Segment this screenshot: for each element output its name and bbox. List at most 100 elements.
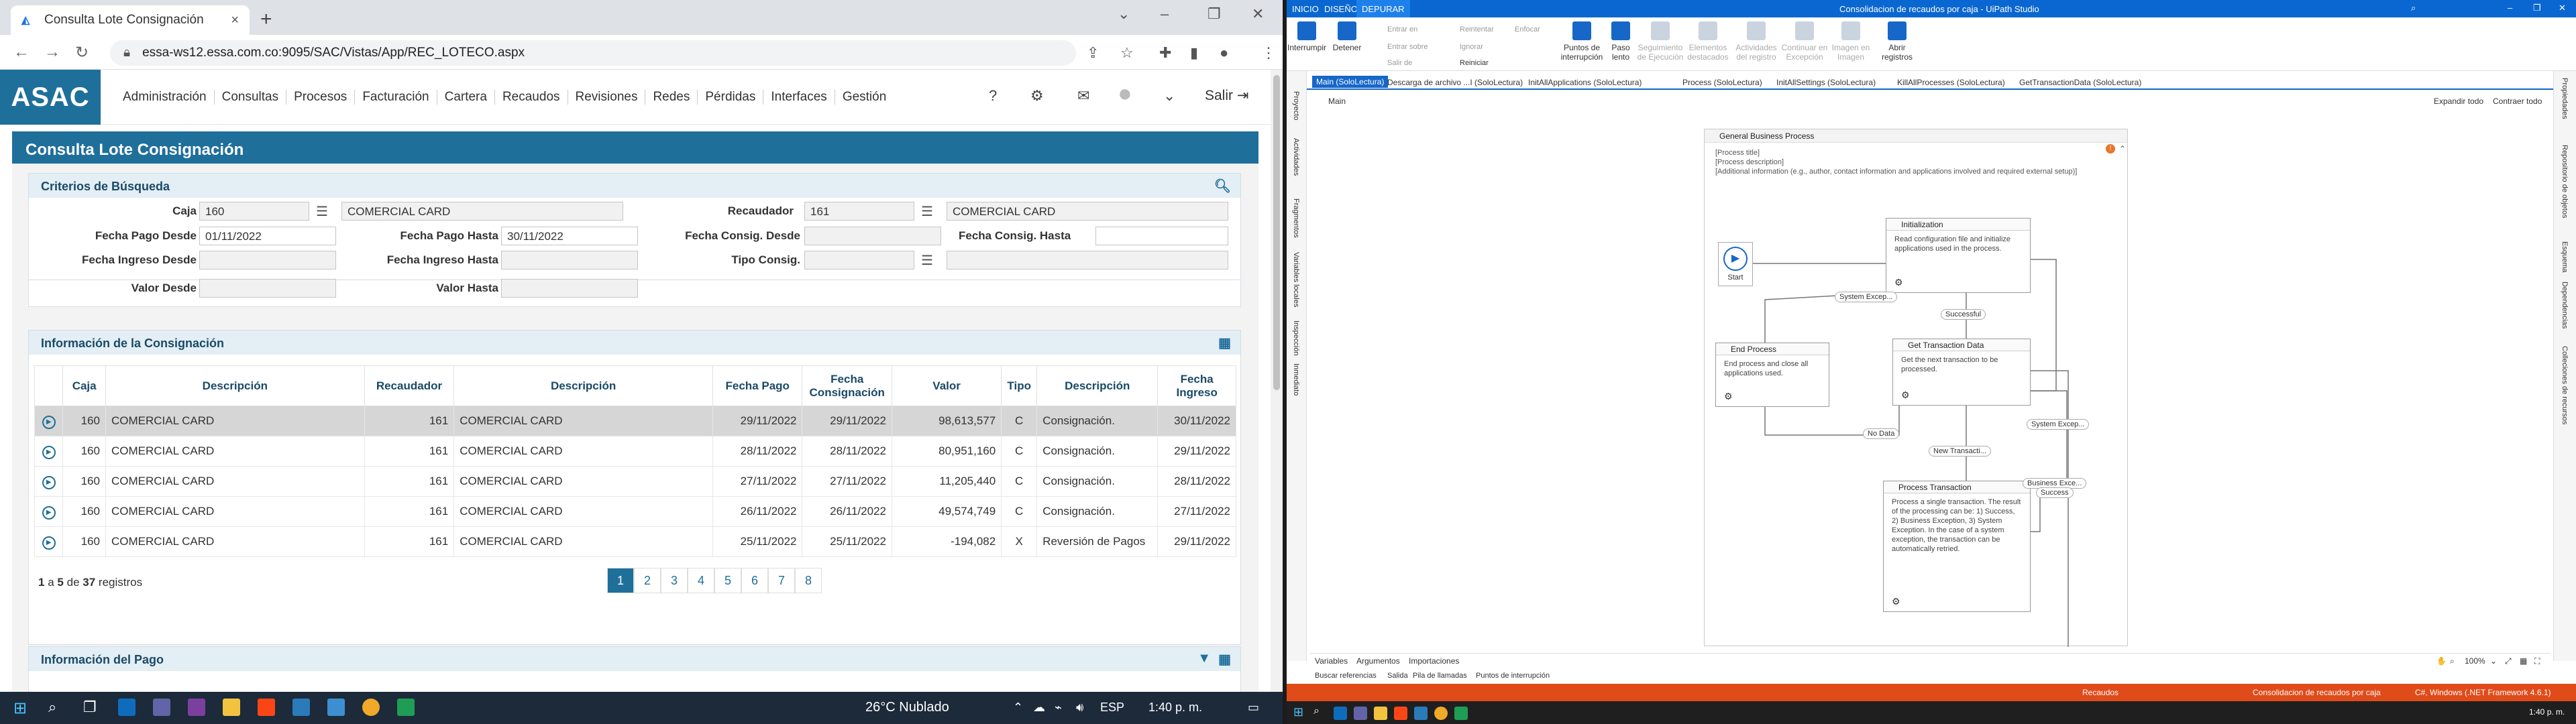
extensions-icon[interactable]: ✚ bbox=[1159, 44, 1171, 62]
app-icon[interactable] bbox=[397, 699, 415, 716]
menu-item[interactable]: Redes bbox=[645, 90, 698, 105]
side-panel-icon[interactable]: ▮ bbox=[1190, 44, 1198, 62]
restore-icon[interactable]: ❐ bbox=[2533, 3, 2541, 13]
transition-label[interactable]: Successful bbox=[1941, 309, 1986, 320]
app-logo[interactable]: ASAC bbox=[0, 70, 101, 125]
chrome-icon[interactable] bbox=[362, 699, 380, 716]
column-header[interactable]: Recaudador bbox=[364, 365, 455, 406]
doc-tab[interactable]: GetTransactionData (SoloLectura) bbox=[2019, 78, 2141, 87]
table-row[interactable]: ▶ 160 COMERCIAL CARD 161 COMERCIAL CARD … bbox=[34, 406, 1236, 436]
doc-tab[interactable]: InitAllApplications (SoloLectura) bbox=[1528, 78, 1642, 87]
close-window-icon[interactable]: ✕ bbox=[2559, 3, 2566, 13]
column-header[interactable]: Caja bbox=[62, 365, 106, 406]
page-button[interactable]: 1 bbox=[607, 568, 634, 593]
valor-desde-input[interactable] bbox=[199, 279, 336, 298]
transition-label[interactable]: System Excep... bbox=[1835, 292, 1898, 302]
network-icon[interactable]: ⌁ bbox=[1055, 701, 1062, 715]
file-explorer-icon[interactable] bbox=[223, 699, 240, 716]
menu-item[interactable]: Pérdidas bbox=[698, 90, 764, 105]
search-icon[interactable]: 🔍︎ bbox=[1214, 178, 1231, 194]
menu-item[interactable]: Administración bbox=[115, 90, 215, 105]
column-header[interactable]: Tipo bbox=[1001, 365, 1038, 406]
play-circle-icon[interactable]: ▶ bbox=[42, 536, 56, 550]
state-end-process[interactable]: End Process End process and close all ap… bbox=[1715, 343, 1829, 407]
page-button[interactable]: 7 bbox=[768, 568, 795, 593]
page-button[interactable]: 6 bbox=[741, 568, 768, 593]
task-view-icon[interactable]: ❐ bbox=[83, 699, 97, 716]
language-indicator[interactable]: ESP bbox=[1100, 701, 1124, 715]
doc-tab[interactable]: Descarga de archivo ...I (SoloLectura) bbox=[1387, 78, 1523, 87]
expand-all-link[interactable]: Expandir todo bbox=[2434, 97, 2483, 106]
clock[interactable]: 1:40 p. m. bbox=[1148, 701, 1202, 715]
panel-tab[interactable]: Dependencias bbox=[2561, 282, 2569, 328]
row-select-cell[interactable]: ▶ bbox=[34, 466, 64, 497]
menu-item[interactable]: Facturación bbox=[355, 90, 437, 105]
state-initialization[interactable]: Initialization Read configuration file a… bbox=[1886, 218, 2031, 293]
bookmark-star-icon[interactable]: ☆ bbox=[1120, 44, 1134, 62]
open-logs-button[interactable]: Abrir registros bbox=[1877, 21, 1917, 62]
state-machine-container[interactable]: General Business Process [Process title]… bbox=[1704, 129, 2128, 647]
row-select-cell[interactable]: ▶ bbox=[34, 436, 64, 467]
app-icon[interactable] bbox=[327, 699, 345, 716]
panel-tab[interactable]: Propiedades bbox=[2561, 78, 2569, 119]
pan-icon[interactable]: ✋ bbox=[2436, 656, 2447, 666]
panel-tab[interactable]: Fragmentos bbox=[1292, 198, 1300, 238]
panel-tab[interactable]: Inspección bbox=[1292, 320, 1300, 356]
page-button[interactable]: 8 bbox=[795, 568, 822, 593]
notifications-icon[interactable]: ▭ bbox=[1248, 701, 1259, 715]
column-header[interactable]: Descripción bbox=[453, 365, 713, 406]
list-icon[interactable]: ☰ bbox=[921, 203, 933, 220]
collapse-all-link[interactable]: Contraer todo bbox=[2493, 97, 2542, 106]
table-row[interactable]: ▶ 160 COMERCIAL CARD 161 COMERCIAL CARD … bbox=[34, 496, 1236, 527]
play-circle-icon[interactable]: ▶ bbox=[42, 475, 56, 489]
start-node[interactable]: ▶ Start bbox=[1718, 242, 1753, 286]
row-select-cell[interactable]: ▶ bbox=[34, 406, 64, 436]
browser-tab[interactable]: ◭ Consulta Lote Consignación × bbox=[11, 5, 250, 35]
fit-screen-icon[interactable]: ⤢ bbox=[2505, 656, 2512, 666]
doc-tab-active[interactable]: Main (SoloLectura) bbox=[1312, 76, 1389, 88]
app-icon[interactable] bbox=[292, 699, 310, 716]
recaudador-input[interactable]: 161 bbox=[804, 202, 914, 221]
clock[interactable]: 1:40 p. m. bbox=[2529, 707, 2565, 717]
tipo-consig-input[interactable] bbox=[804, 251, 914, 269]
windows-start-icon[interactable]: ⊞ bbox=[1293, 705, 1303, 719]
app-icon[interactable] bbox=[1454, 707, 1468, 720]
volume-icon[interactable]: 🔊︎ bbox=[1076, 701, 1083, 715]
panel-tab[interactable]: Inmediato bbox=[1292, 363, 1300, 396]
onedrive-icon[interactable]: ☁ bbox=[1033, 701, 1045, 715]
page-button[interactable]: 4 bbox=[688, 568, 714, 593]
settings-gear-icon[interactable]: ⚙ bbox=[1030, 87, 1044, 105]
output-tab[interactable]: Salida bbox=[1387, 672, 1408, 680]
zoom-icon[interactable]: ⌕ bbox=[2450, 656, 2455, 666]
column-header[interactable]: Fecha Pago bbox=[712, 365, 803, 406]
row-select-cell[interactable]: ▶ bbox=[34, 496, 64, 527]
file-explorer-icon[interactable] bbox=[1374, 707, 1387, 720]
search-icon[interactable]: ⌕ bbox=[48, 699, 56, 716]
fecha-pago-desde-input[interactable]: 01/11/2022 bbox=[199, 227, 336, 245]
app-icon[interactable] bbox=[1414, 707, 1428, 720]
column-header[interactable]: Fecha Consignación bbox=[802, 365, 892, 406]
column-header[interactable]: Descripción bbox=[1036, 365, 1159, 406]
output-tab[interactable]: Pila de llamadas bbox=[1413, 672, 1467, 680]
chrome-icon[interactable] bbox=[1434, 707, 1448, 720]
zoom-level[interactable]: 100% bbox=[2465, 656, 2485, 666]
play-circle-icon[interactable]: ▶ bbox=[42, 505, 56, 520]
ignore-button[interactable]: Ignorar bbox=[1460, 43, 1483, 51]
tab-search-icon[interactable]: ⌄ bbox=[1118, 5, 1130, 23]
panel-tab[interactable]: Variables locales bbox=[1292, 252, 1300, 307]
doc-tab[interactable]: Process (SoloLectura) bbox=[1682, 78, 1762, 87]
step-out-button[interactable]: Salir de bbox=[1387, 59, 1412, 67]
mail-icon[interactable]: ✉ bbox=[1077, 87, 1089, 105]
reload-icon[interactable]: ↻ bbox=[75, 43, 89, 62]
retry-button[interactable]: Reintentar bbox=[1460, 25, 1494, 34]
menu-item[interactable]: Cartera bbox=[437, 90, 495, 105]
edge-icon[interactable] bbox=[1334, 707, 1347, 720]
menu-item[interactable]: Consultas bbox=[215, 90, 287, 105]
slow-step-button[interactable]: Paso lento bbox=[1606, 21, 1635, 62]
row-select-cell[interactable]: ▶ bbox=[34, 526, 64, 557]
excel-export-icon[interactable]: ▦ bbox=[1218, 651, 1231, 668]
page-button[interactable]: 5 bbox=[714, 568, 741, 593]
share-icon[interactable]: ⇪ bbox=[1087, 44, 1099, 62]
new-tab-button[interactable]: + bbox=[260, 8, 272, 31]
scrollbar-thumb[interactable] bbox=[1273, 75, 1280, 390]
